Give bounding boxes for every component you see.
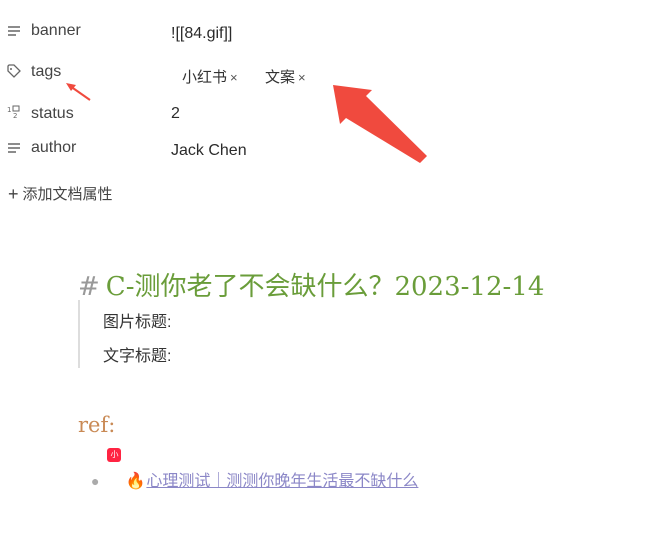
small-red-arrow (66, 83, 91, 101)
annotation-arrows (66, 83, 427, 163)
large-red-arrow (333, 85, 427, 163)
